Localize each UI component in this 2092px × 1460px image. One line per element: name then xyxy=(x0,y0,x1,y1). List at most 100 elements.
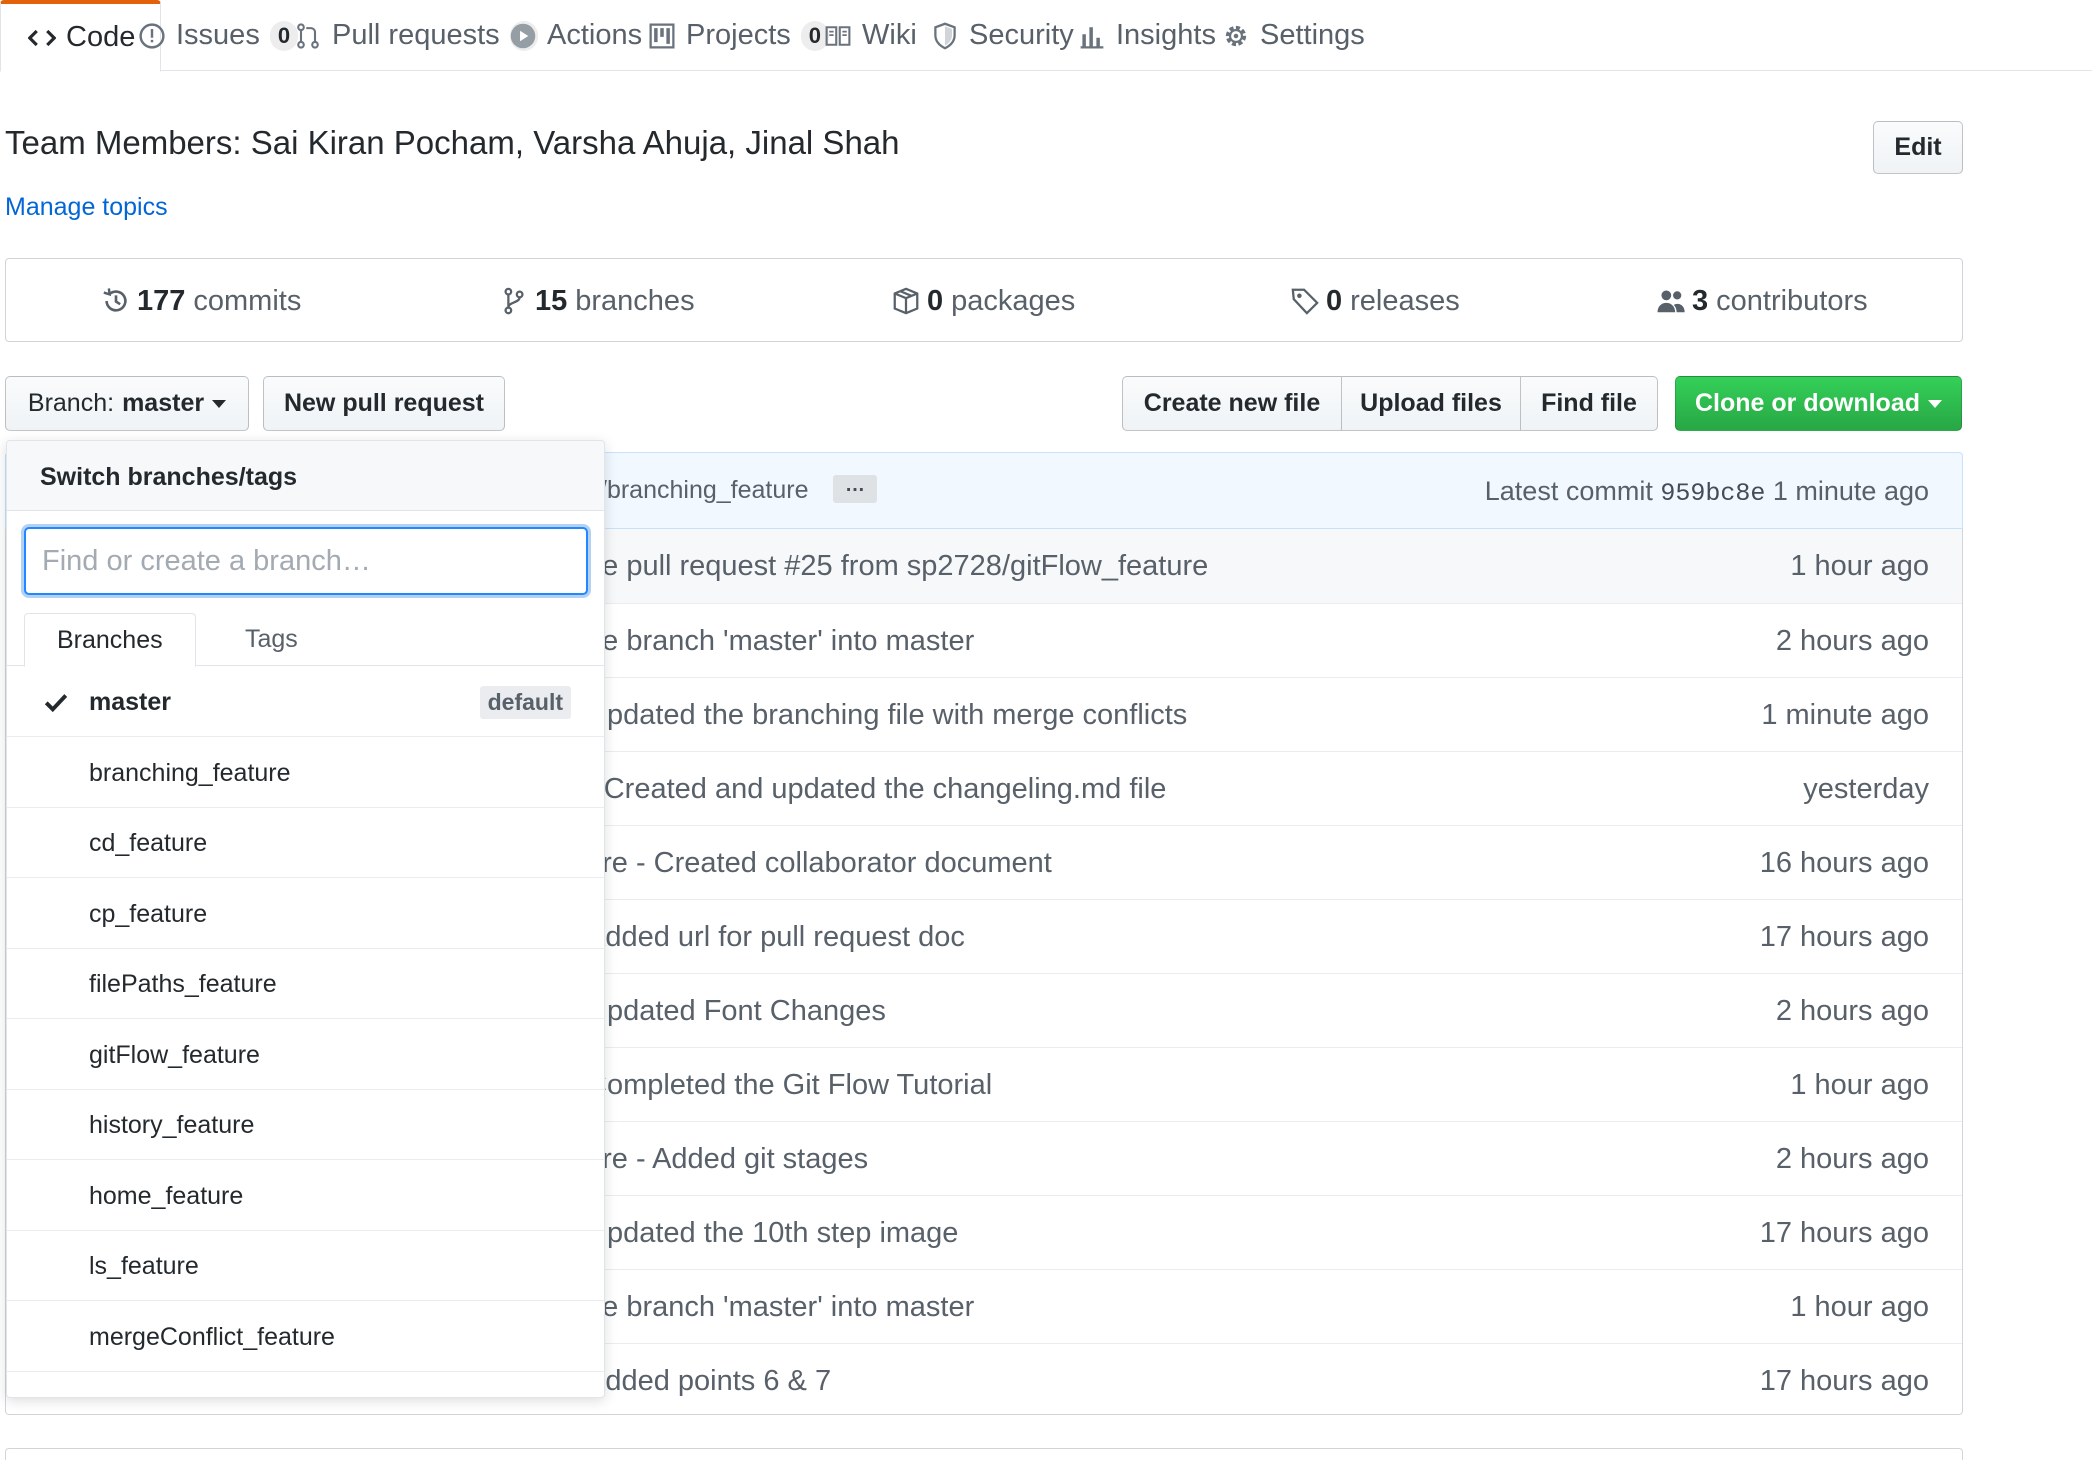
branch-name: gitFlow_feature xyxy=(89,1040,260,1069)
branch-name: branching_feature xyxy=(89,758,291,787)
find-file-button[interactable]: Find file xyxy=(1520,376,1658,431)
tab-code-label: Code xyxy=(66,21,136,53)
book-icon xyxy=(824,22,852,50)
tab-actions-label: Actions xyxy=(547,19,643,51)
default-badge: default xyxy=(479,686,571,719)
create-new-file-button[interactable]: Create new file xyxy=(1122,376,1342,431)
commit-message-link[interactable]: Added points 6 & 7 xyxy=(586,1344,831,1414)
branch-item[interactable]: gitFlow_feature xyxy=(7,1020,604,1090)
branch-item[interactable]: history_feature xyxy=(7,1090,604,1160)
tag-icon xyxy=(1290,286,1320,316)
commit-age: 17 hours ago xyxy=(1759,1365,1929,1397)
contributors-link[interactable]: 3 contributors xyxy=(1656,259,1868,343)
branches-link[interactable]: 15 branches xyxy=(499,259,695,343)
tab-pull-requests[interactable]: Pull requests 1 xyxy=(294,0,538,71)
contributors-count: 3 xyxy=(1692,284,1709,317)
graph-icon xyxy=(1078,22,1106,50)
latest-commit-age: 1 minute ago xyxy=(1772,476,1929,506)
tab-issues[interactable]: Issues 0 xyxy=(138,0,299,71)
commit-message-link[interactable]: ure - Added git stages xyxy=(586,1122,868,1196)
commit-message-link[interactable]: Updated the 10th step image xyxy=(586,1196,958,1270)
tab-settings[interactable]: Settings xyxy=(1222,0,1365,71)
tab-projects[interactable]: Projects 0 xyxy=(648,0,830,71)
upload-files-button[interactable]: Upload files xyxy=(1341,376,1521,431)
commit-message-link[interactable]: Updated the branching file with merge co… xyxy=(586,678,1187,752)
commit-age: 1 hour ago xyxy=(1790,550,1929,582)
commit-message-link[interactable]: ge branch 'master' into master xyxy=(586,1270,974,1344)
releases-count: 0 xyxy=(1326,284,1343,317)
edit-description-button[interactable]: Edit xyxy=(1873,121,1963,174)
commit-sha-link[interactable]: 959bc8e xyxy=(1660,479,1765,508)
check-icon xyxy=(44,694,68,713)
commit-message-link[interactable]: ge branch 'master' into master xyxy=(586,604,974,678)
clone-download-button[interactable]: Clone or download xyxy=(1675,376,1962,431)
latest-commit-info: Latest commit 959bc8e 1 minute ago xyxy=(1485,476,1929,508)
branch-item[interactable]: home_feature xyxy=(7,1161,604,1231)
readme-box xyxy=(5,1448,1963,1460)
tab-insights[interactable]: Insights xyxy=(1078,0,1216,71)
expand-commit-button[interactable]: … xyxy=(833,475,877,503)
branch-filter-input[interactable] xyxy=(24,527,588,595)
branch-item[interactable]: filePaths_feature xyxy=(7,949,604,1019)
tab-security[interactable]: Security xyxy=(931,0,1074,71)
project-icon xyxy=(648,22,676,50)
people-icon xyxy=(1656,286,1686,316)
commits-label: commits xyxy=(193,284,302,317)
commit-message-link[interactable]: /branching_feature xyxy=(600,476,808,505)
commit-message-link[interactable]: - Created and updated the changeling.md … xyxy=(586,752,1166,826)
branch-icon xyxy=(499,286,529,316)
branch-select-button[interactable]: Branch: master xyxy=(5,376,249,431)
commits-link[interactable]: 177 commits xyxy=(101,259,301,343)
branches-count: 15 xyxy=(535,284,568,317)
tab-tags[interactable]: Tags xyxy=(213,613,330,667)
branch-item[interactable]: mkdir_feature xyxy=(7,1372,604,1397)
branch-name: home_feature xyxy=(89,1181,244,1210)
branch-item[interactable]: mergeConflict_feature xyxy=(7,1302,604,1372)
branch-list: master default branching_feature cd_feature… xyxy=(7,667,604,1397)
file-actions-group: Create new file Upload files Find file xyxy=(1122,376,1658,431)
contributors-label: contributors xyxy=(1716,284,1868,317)
branch-item[interactable]: master default xyxy=(7,667,604,737)
commit-message-link[interactable]: ge pull request #25 from sp2728/gitFlow_… xyxy=(586,529,1208,603)
branches-label: branches xyxy=(575,284,695,317)
branch-item[interactable]: cd_feature xyxy=(7,808,604,878)
commits-count: 177 xyxy=(137,284,186,317)
branch-name: cp_feature xyxy=(89,899,208,928)
manage-topics-link[interactable]: Manage topics xyxy=(5,193,168,222)
branch-dropdown: Switch branches/tags Branches Tags maste… xyxy=(6,440,605,1398)
new-pull-request-button[interactable]: New pull request xyxy=(263,376,505,431)
tab-actions[interactable]: Actions xyxy=(509,0,642,71)
chevron-down-icon xyxy=(1928,399,1942,408)
tab-wiki[interactable]: Wiki xyxy=(824,0,917,71)
releases-link[interactable]: 0 releases xyxy=(1290,259,1460,343)
repo-description: Team Members: Sai Kiran Pocham, Varsha A… xyxy=(5,124,900,161)
commit-message-link[interactable]: Added url for pull request doc xyxy=(586,900,965,974)
repo-nav: Code Issues 0 Pull requests 1 Actions Pr… xyxy=(0,0,2092,72)
chevron-down-icon xyxy=(212,399,227,408)
branch-item[interactable]: branching_feature xyxy=(7,738,604,808)
package-icon xyxy=(891,286,921,316)
commit-age: 2 hours ago xyxy=(1775,995,1929,1027)
packages-link[interactable]: 0 packages xyxy=(891,259,1075,343)
tab-wiki-label: Wiki xyxy=(862,19,917,51)
numbers-summary: 177 commits 15 branches 0 packages 0 rel… xyxy=(5,258,1963,342)
tab-insights-label: Insights xyxy=(1116,19,1216,51)
dropdown-title: Switch branches/tags xyxy=(40,463,298,491)
branch-name: cd_feature xyxy=(89,829,208,857)
commit-message-link[interactable]: ure - Created collaborator document xyxy=(586,826,1052,900)
releases-label: releases xyxy=(1350,284,1460,317)
history-icon xyxy=(101,286,131,316)
branch-name: ls_feature xyxy=(89,1252,199,1280)
branch-name: mergeConflict_feature xyxy=(89,1322,335,1351)
commit-age: 16 hours ago xyxy=(1759,847,1929,879)
packages-label: packages xyxy=(951,284,1076,317)
shield-icon xyxy=(931,22,959,50)
tab-issues-label: Issues xyxy=(176,19,260,51)
commit-message-link[interactable]: Updated Font Changes xyxy=(586,974,886,1048)
commit-age: 1 minute ago xyxy=(1761,699,1929,731)
commit-message-link[interactable]: Completed the Git Flow Tutorial xyxy=(586,1048,992,1122)
tab-branches[interactable]: Branches xyxy=(24,613,196,667)
commit-age: 17 hours ago xyxy=(1759,921,1929,953)
branch-item[interactable]: cp_feature xyxy=(7,879,604,949)
branch-item[interactable]: ls_feature xyxy=(7,1231,604,1301)
